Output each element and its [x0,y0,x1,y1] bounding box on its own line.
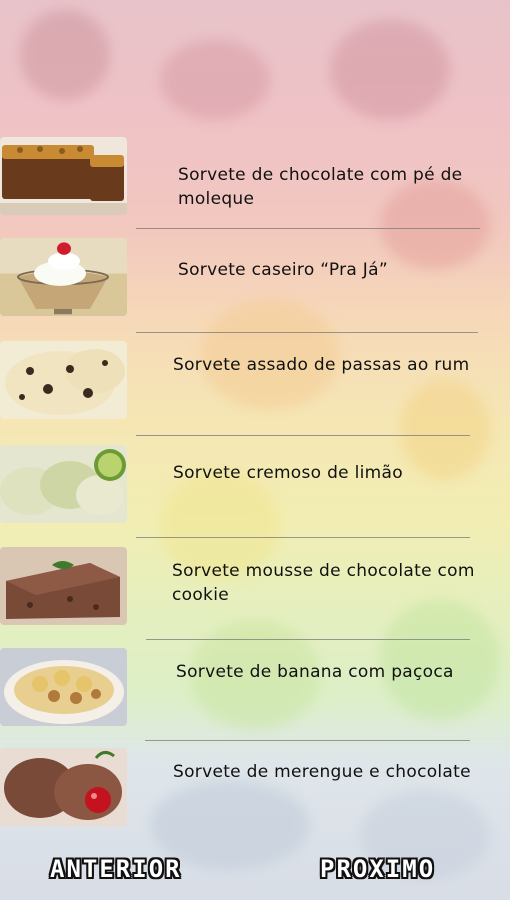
recipe-thumbnail [0,238,127,316]
recipe-item[interactable]: Sorvete de merengue e chocolate [0,748,510,828]
recipe-item[interactable]: Sorvete cremoso de limão [0,445,510,525]
divider [136,228,480,229]
recipe-title: Sorvete assado de passas ao rum [173,355,470,375]
next-button[interactable]: PROXIMO [320,848,435,890]
recipe-item[interactable]: Sorvete caseiro “Pra Já” [0,238,510,318]
divider [136,537,470,538]
raisin-ice-cream-scoop-icon [0,341,127,419]
recipe-item[interactable]: Sorvete assado de passas ao rum [0,341,510,421]
recipe-item[interactable]: Sorvete de banana com paçoca [0,648,510,728]
recipe-title: Sorvete de banana com paçoca [176,662,454,682]
recipe-item[interactable]: Sorvete mousse de chocolate com cookie [0,547,510,627]
divider [136,332,478,333]
ice-cream-cup-cherry-icon [0,238,127,316]
recipe-thumbnail [0,341,127,419]
recipe-title: Sorvete mousse de chocolate com cookie [172,561,475,605]
recipe-thumbnail [0,445,127,523]
banana-pacoca-bowl-icon [0,648,127,726]
recipe-item[interactable]: Sorvete de chocolate com pé de moleque [0,137,510,217]
recipe-list: Sorvete de chocolate com pé de moleque S… [0,0,510,900]
recipe-title: Sorvete de merengue e chocolate [173,762,471,782]
recipe-thumbnail [0,648,127,726]
recipe-thumbnail [0,547,127,625]
recipe-title: Sorvete cremoso de limão [173,463,403,483]
lime-ice-cream-scoops-icon [0,445,127,523]
chocolate-mousse-slice-icon [0,547,127,625]
divider [136,435,470,436]
chocolate-loaf-cake-icon [0,137,127,215]
divider [145,740,470,741]
recipe-thumbnail [0,137,127,215]
recipe-title: Sorvete caseiro “Pra Já” [178,260,388,280]
chocolate-scoops-cherry-icon [0,748,127,826]
previous-button[interactable]: ANTERIOR [50,848,182,890]
divider [146,639,470,640]
recipe-thumbnail [0,748,127,826]
recipe-title: Sorvete de chocolate com pé de moleque [178,165,463,209]
